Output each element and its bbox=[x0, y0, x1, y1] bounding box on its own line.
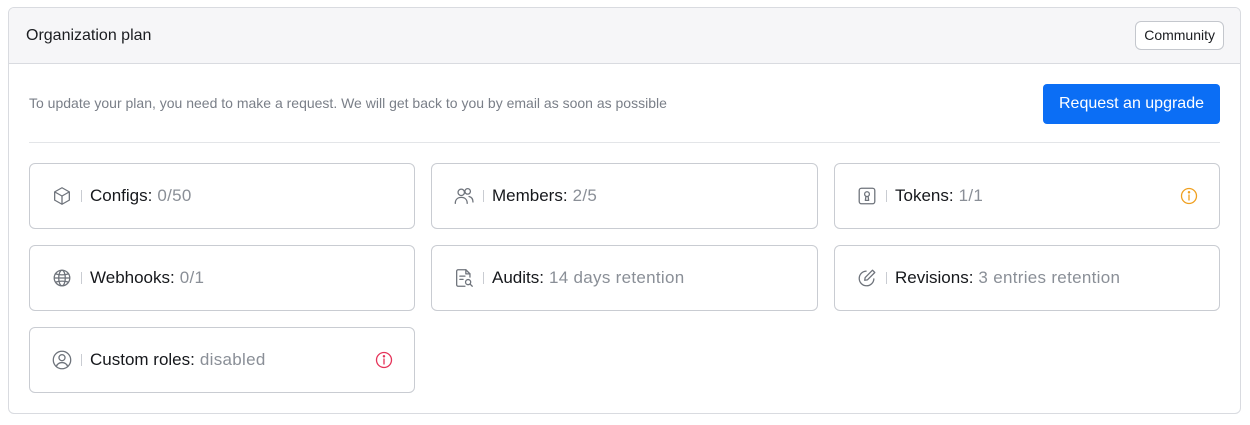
card-value: 14 days retention bbox=[548, 268, 685, 287]
panel-header: Organization plan Community bbox=[9, 8, 1240, 64]
cube-icon bbox=[50, 184, 74, 208]
organization-plan-panel: Organization plan Community To update yo… bbox=[8, 7, 1241, 414]
card-webhooks: Webhooks: 0/1 bbox=[29, 245, 415, 311]
card-divider bbox=[81, 190, 82, 202]
panel-body: To update your plan, you need to make a … bbox=[9, 64, 1240, 393]
card-audits: Audits: 14 days retention bbox=[431, 245, 818, 311]
card-label: Members: bbox=[492, 186, 568, 205]
card-value: 2/5 bbox=[572, 186, 598, 205]
upgrade-description: To update your plan, you need to make a … bbox=[29, 95, 667, 111]
card-label: Tokens: bbox=[895, 186, 954, 205]
card-label: Webhooks: bbox=[90, 268, 175, 287]
card-value: 0/50 bbox=[157, 186, 192, 205]
panel-title: Organization plan bbox=[26, 26, 152, 44]
card-value: 0/1 bbox=[179, 268, 205, 287]
card-members: Members: 2/5 bbox=[431, 163, 818, 229]
card-label: Audits: bbox=[492, 268, 544, 287]
plan-limits-grid: Configs: 0/50 Members: 2/5 Tokens: 1/1 W… bbox=[29, 163, 1220, 393]
users-icon bbox=[452, 184, 476, 208]
card-divider bbox=[483, 272, 484, 284]
user-circle-icon bbox=[50, 348, 74, 372]
card-divider bbox=[483, 190, 484, 202]
warning-info-icon[interactable] bbox=[1179, 186, 1199, 206]
card-value: disabled bbox=[199, 350, 266, 369]
card-divider bbox=[81, 354, 82, 366]
keyhole-icon bbox=[855, 184, 879, 208]
danger-info-icon[interactable] bbox=[374, 350, 394, 370]
card-label: Custom roles: bbox=[90, 350, 195, 369]
card-revisions: Revisions: 3 entries retention bbox=[834, 245, 1220, 311]
card-tokens: Tokens: 1/1 bbox=[834, 163, 1220, 229]
plan-badge: Community bbox=[1135, 21, 1224, 50]
card-label: Configs: bbox=[90, 186, 153, 205]
globe-icon bbox=[50, 266, 74, 290]
card-divider bbox=[886, 190, 887, 202]
card-value: 3 entries retention bbox=[978, 268, 1121, 287]
request-upgrade-button[interactable]: Request an upgrade bbox=[1043, 83, 1220, 124]
card-custom-roles: Custom roles: disabled bbox=[29, 327, 415, 393]
card-configs: Configs: 0/50 bbox=[29, 163, 415, 229]
card-label: Revisions: bbox=[895, 268, 974, 287]
card-divider bbox=[886, 272, 887, 284]
card-divider bbox=[81, 272, 82, 284]
document-search-icon bbox=[452, 266, 476, 290]
edit-circle-icon bbox=[855, 266, 879, 290]
upgrade-request-row: To update your plan, you need to make a … bbox=[29, 64, 1220, 143]
card-value: 1/1 bbox=[958, 186, 984, 205]
